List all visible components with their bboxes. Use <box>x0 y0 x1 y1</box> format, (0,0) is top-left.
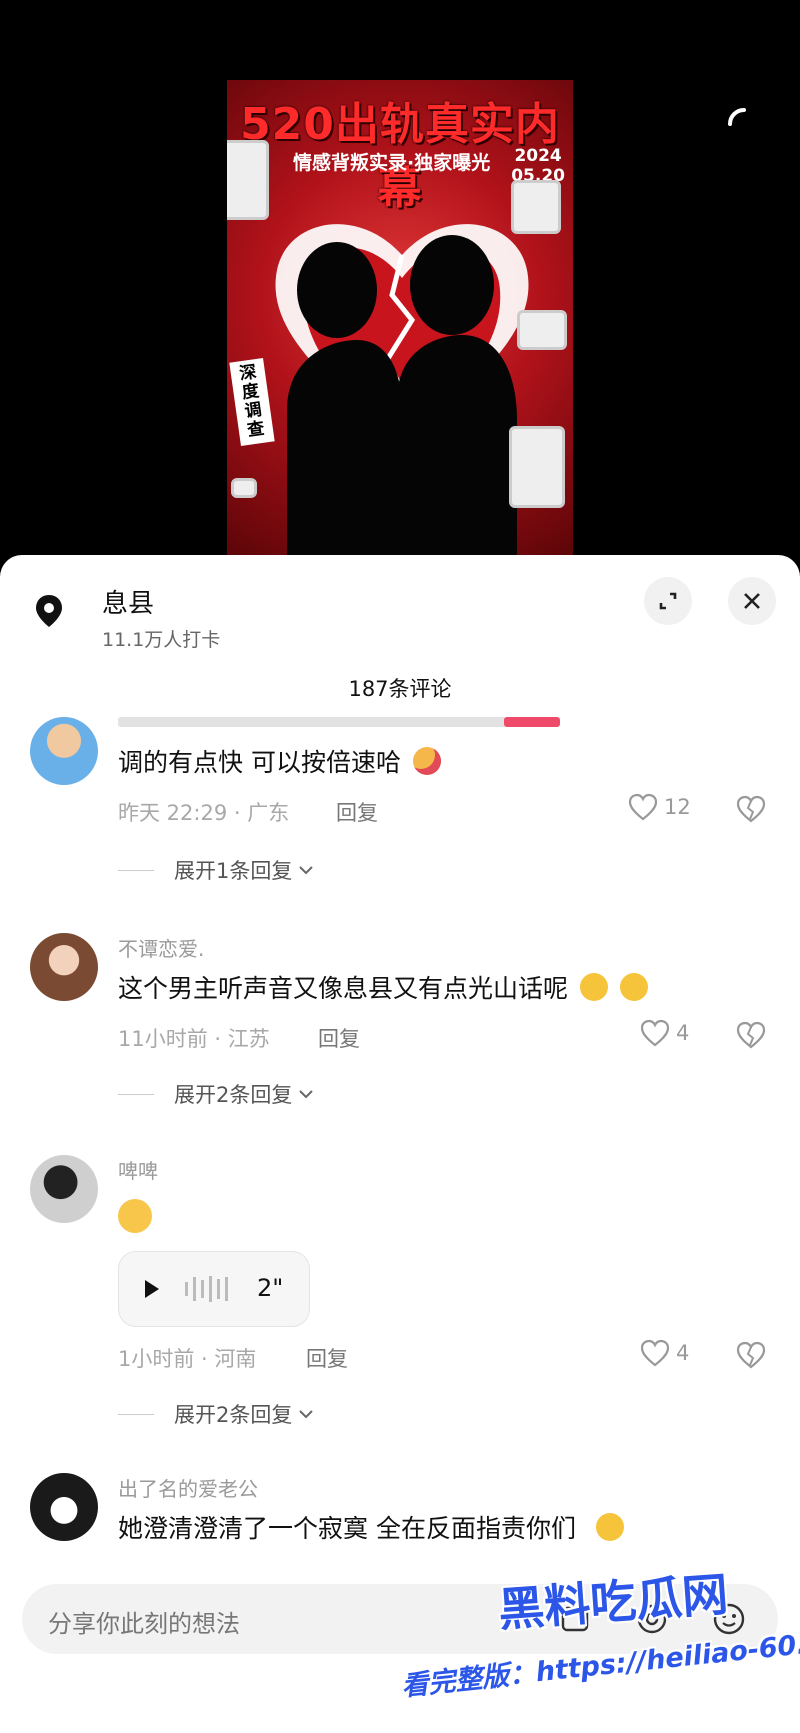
broken-heart-icon[interactable] <box>736 795 766 823</box>
chat-screenshot-image <box>511 180 561 234</box>
avatar[interactable] <box>30 1473 98 1541</box>
comment-username[interactable]: 不谭恋爱. <box>118 933 204 962</box>
chevron-down-icon <box>299 866 314 875</box>
broken-heart-icon[interactable] <box>736 1021 766 1049</box>
like-count: 12 <box>664 795 691 819</box>
expand-replies-button[interactable]: 展开1条回复 <box>118 855 314 885</box>
video-cover-poster: 520出轨真实内幕 情感背叛实录·独家曝光 2024 05.20 深度调查 <box>227 80 573 560</box>
waveform-icon <box>185 1276 228 1302</box>
comment-input-placeholder: 分享你此刻的想法 <box>48 1610 240 1638</box>
video-player[interactable]: 520出轨真实内幕 情感背叛实录·独家曝光 2024 05.20 深度调查 <box>0 0 800 560</box>
avatar[interactable] <box>30 933 98 1001</box>
heart-outline-icon <box>628 793 658 821</box>
author-tag <box>504 717 560 727</box>
expand-icon <box>659 592 677 610</box>
reply-button[interactable]: 回复 <box>318 1023 360 1053</box>
comment-username[interactable]: 啤啤 <box>118 1155 158 1184</box>
heart-outline-icon <box>640 1019 670 1047</box>
comment-time-region: 1小时前 · 河南 <box>118 1347 257 1371</box>
reply-button[interactable]: 回复 <box>336 797 378 827</box>
heart-outline-icon <box>640 1339 670 1367</box>
comment-time-region: 昨天 22:29 · 广东 <box>118 801 290 825</box>
reply-button[interactable]: 回复 <box>306 1343 348 1373</box>
poster-subtitle: 情感背叛实录·独家曝光 <box>293 152 491 174</box>
location-checkins: 11.1万人打卡 <box>102 629 221 651</box>
expand-replies-button[interactable]: 展开2条回复 <box>118 1399 314 1429</box>
comment-text: 她澄清澄清了一个寂寞 全在反面指责你们 <box>118 1509 624 1545</box>
close-icon <box>744 593 760 609</box>
tears-of-joy-emoji-icon <box>595 1513 624 1541</box>
voice-message-player[interactable]: 2" <box>118 1251 310 1327</box>
chevron-down-icon <box>299 1090 314 1099</box>
avatar[interactable] <box>30 1155 98 1223</box>
like-button[interactable]: 12 <box>628 793 691 821</box>
expand-panel-button[interactable] <box>644 577 692 625</box>
like-button[interactable]: 4 <box>640 1019 689 1047</box>
loading-spinner-icon <box>728 108 746 126</box>
play-icon <box>145 1280 159 1298</box>
comment-time-region: 11小时前 · 江苏 <box>118 1027 270 1051</box>
poster-year: 2024 <box>514 146 562 166</box>
location-pin-icon <box>36 595 62 627</box>
comments-count: 187条评论 <box>348 677 452 701</box>
divider <box>118 1413 154 1415</box>
close-panel-button[interactable] <box>728 577 776 625</box>
chat-screenshot-image <box>227 140 269 220</box>
chat-screenshot-image <box>231 478 257 498</box>
like-count: 4 <box>676 1021 690 1045</box>
chat-screenshot-image <box>509 426 565 508</box>
divider <box>118 869 154 871</box>
broken-heart-icon[interactable] <box>736 1341 766 1369</box>
comment-text: 这个男主听声音又像息县又有点光山话呢 <box>118 969 648 1005</box>
pleading-face-emoji-icon <box>118 1199 152 1233</box>
comment-username[interactable]: 出了名的爱老公 <box>118 1473 258 1502</box>
comment-text: 调的有点快 可以按倍速哈 <box>118 743 441 779</box>
expand-replies-button[interactable]: 展开2条回复 <box>118 1079 314 1109</box>
hugging-emoji-icon <box>412 747 441 775</box>
divider <box>118 1093 154 1095</box>
avatar[interactable] <box>30 717 98 785</box>
chevron-down-icon <box>299 1410 314 1419</box>
laughing-sweat-emoji-icon <box>619 973 648 1001</box>
couple-silhouette-illustration <box>287 235 517 560</box>
chat-screenshot-image <box>517 310 567 350</box>
truncated-username <box>118 717 558 727</box>
like-count: 4 <box>676 1341 690 1365</box>
like-button[interactable]: 4 <box>640 1339 689 1367</box>
voice-duration: 2" <box>257 1274 284 1302</box>
laughing-sweat-emoji-icon <box>579 973 608 1001</box>
location-name[interactable]: 息县 <box>102 583 154 620</box>
comments-panel: 息县 11.1万人打卡 187条评论 调的有点快 可以按倍速哈 昨天 22:29… <box>0 555 800 1733</box>
